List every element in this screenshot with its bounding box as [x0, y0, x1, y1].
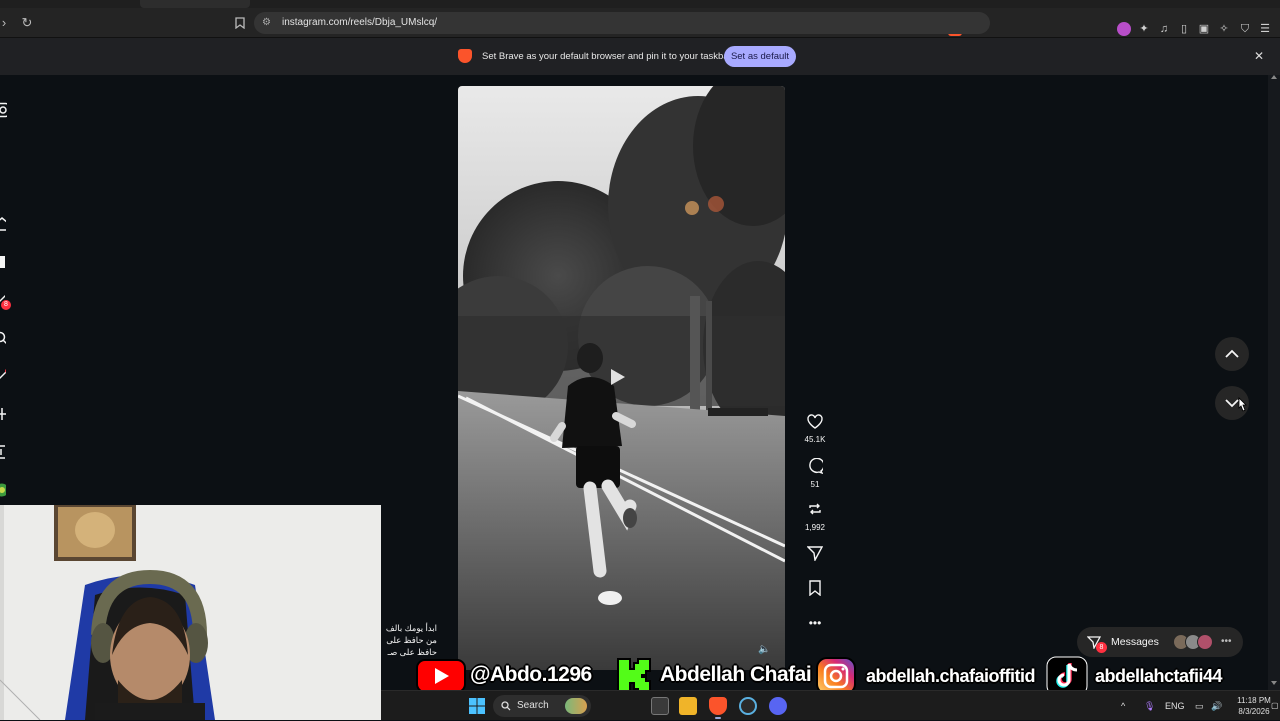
leo-ai-icon[interactable]: ✧	[1217, 22, 1231, 36]
media-icon[interactable]: ♫	[1157, 22, 1171, 36]
messages-label: Messages	[1111, 636, 1159, 648]
messages-badge: 8	[1096, 642, 1107, 653]
save-button[interactable]	[800, 580, 830, 601]
default-browser-infobar: Set Brave as your default browser and pi…	[0, 38, 1280, 75]
volume-icon[interactable]: 🔊	[1211, 691, 1222, 721]
bookmark-icon	[800, 580, 830, 601]
reels-icon[interactable]	[0, 254, 5, 270]
comment-icon	[800, 457, 830, 479]
dashboard-icon[interactable]	[0, 444, 5, 460]
webcam-overlay	[0, 505, 381, 720]
address-bar[interactable]: ⚙ instagram.com/reels/Dbja_UMslcq/	[254, 12, 990, 34]
search-highlight-icon	[565, 698, 587, 714]
like-button[interactable]: 45.1K	[800, 414, 830, 444]
windows-taskbar: Search ^ 🎙 ENG ▭ 🔊 11:18 PM 8/3/2026 ▢	[381, 690, 1280, 720]
repost-icon	[800, 501, 830, 522]
app-icon[interactable]	[739, 697, 757, 715]
microphone-icon[interactable]: 🎙	[1144, 691, 1155, 721]
home-icon[interactable]	[0, 216, 6, 232]
send-icon	[800, 545, 830, 566]
repost-count: 1,992	[804, 523, 826, 532]
site-info-icon[interactable]: ⚙	[262, 12, 271, 34]
search-label: Search	[517, 700, 549, 711]
caption-line: من حافظ على	[386, 635, 437, 645]
set-as-default-button[interactable]: Set as default	[724, 46, 796, 67]
tiktok-handle-text: abdellahctafii44	[1095, 666, 1223, 686]
language-indicator[interactable]: ENG	[1165, 691, 1185, 721]
messages-button[interactable]: 8 Messages •••	[1077, 627, 1243, 657]
instagram-logo-icon[interactable]	[0, 102, 7, 118]
sidebar-toggle-icon[interactable]: ▯	[1177, 22, 1191, 36]
reel-video[interactable]: 🔈	[458, 86, 785, 670]
extensions-icon[interactable]: ✦	[1137, 22, 1151, 36]
play-icon[interactable]	[611, 369, 625, 385]
search-icon[interactable]	[0, 331, 6, 347]
share-button[interactable]	[800, 545, 830, 566]
taskbar-clock[interactable]: 11:18 PM 8/3/2026	[1233, 695, 1275, 717]
task-view-icon[interactable]	[651, 697, 669, 715]
forward-icon[interactable]: ›	[0, 8, 14, 38]
scroll-down-arrow-icon[interactable]	[1271, 681, 1277, 685]
repost-button[interactable]: 1,992	[800, 501, 830, 532]
notifications-badge: 8	[1, 300, 11, 310]
scroll-up-arrow-icon[interactable]	[1271, 75, 1277, 79]
clock-date: 8/3/2026	[1238, 707, 1270, 716]
explore-icon[interactable]	[0, 368, 6, 384]
search-icon	[501, 695, 511, 719]
tab-strip	[0, 0, 1280, 8]
active-app-indicator	[715, 717, 721, 719]
audio-toggle-icon[interactable]: 🔈	[758, 644, 770, 655]
mouse-cursor-icon	[1236, 397, 1248, 418]
more-icon[interactable]: •••	[1221, 627, 1232, 657]
caption-line: ابدأ يومك بالف	[385, 623, 437, 633]
profile-avatar[interactable]	[0, 482, 6, 498]
reload-icon[interactable]: ↻	[17, 8, 37, 38]
previous-reel-button[interactable]	[1215, 337, 1249, 371]
bookmark-page-icon[interactable]	[230, 8, 250, 38]
discord-icon[interactable]	[769, 697, 787, 715]
create-icon[interactable]	[0, 406, 6, 422]
windows-start-icon[interactable]	[469, 698, 485, 714]
notification-center-icon[interactable]: ▢	[1271, 691, 1279, 721]
wallet-icon[interactable]: ▣	[1197, 22, 1211, 36]
more-icon: •••	[808, 616, 822, 630]
url-text[interactable]: instagram.com/reels/Dbja_UMslcq/	[282, 12, 437, 34]
like-count: 45.1K	[804, 435, 826, 444]
taskbar-search[interactable]: Search	[493, 695, 591, 717]
infobar-message: Set Brave as your default browser and pi…	[482, 51, 732, 62]
webcam-frame	[0, 505, 381, 720]
youtube-handle-text: @Abdo.1296	[470, 663, 592, 686]
network-icon[interactable]: ▭	[1195, 691, 1204, 721]
heart-icon	[800, 414, 830, 434]
clock-time: 11:18 PM	[1237, 696, 1271, 705]
comment-count: 51	[810, 480, 820, 489]
reel-caption: ابدأ يومك بالف من حافظ على حافظ على صـ	[381, 622, 437, 658]
brave-logo-icon	[458, 49, 472, 63]
brave-browser-icon[interactable]	[709, 697, 727, 715]
tray-overflow-icon[interactable]: ^	[1121, 691, 1125, 721]
menu-icon[interactable]: ☰	[1258, 22, 1272, 36]
file-explorer-icon[interactable]	[679, 697, 697, 715]
instagram-handle-text: abdellah.chafaioffitid	[866, 666, 1036, 686]
comment-button[interactable]: 51	[800, 457, 830, 489]
more-options-button[interactable]: •••	[800, 614, 830, 632]
kick-name-text: Abdellah Chafai	[660, 663, 812, 686]
close-icon[interactable]: ✕	[1252, 38, 1266, 75]
page-scrollbar[interactable]	[1268, 75, 1280, 690]
active-tab[interactable]	[140, 0, 250, 8]
extension-badge-icon[interactable]	[1117, 22, 1131, 36]
vpn-icon[interactable]: ⛉	[1238, 22, 1252, 36]
avatar	[1197, 634, 1213, 650]
